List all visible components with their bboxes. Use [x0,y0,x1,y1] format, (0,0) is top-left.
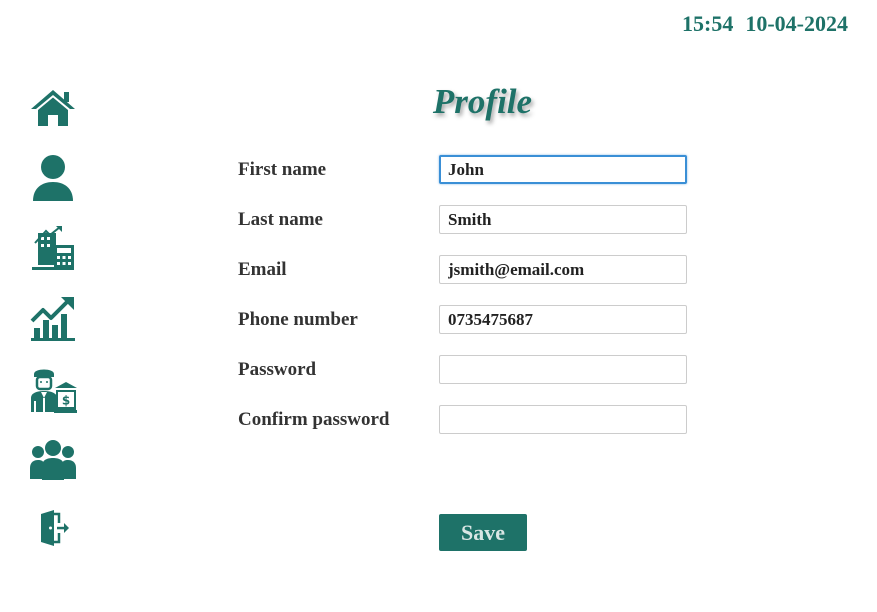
sidebar-item-reports[interactable] [28,293,78,343]
save-button[interactable]: Save [439,514,527,551]
password-row: Password [238,355,698,385]
last-name-label: Last name [238,209,323,230]
first-name-row: First name [238,155,698,185]
sidebar-item-finance[interactable] [28,223,78,273]
first-name-input[interactable] [439,155,687,184]
confirm-password-row: Confirm password [238,405,698,435]
date-display: 10-04-2024 [745,11,848,36]
page-title: Profile [432,82,533,121]
growth-chart-icon [30,297,75,341]
first-name-label: First name [238,159,327,180]
password-label: Password [238,359,317,380]
phone-label: Phone number [238,309,358,330]
confirm-password-input[interactable] [439,405,687,434]
phone-row: Phone number [238,305,698,335]
svg-text:$: $ [62,394,70,408]
group-icon [30,440,76,480]
confirm-password-label: Confirm password [238,409,390,430]
datetime: 15:54 10-04-2024 [682,11,848,37]
password-input[interactable] [439,355,687,384]
email-input[interactable] [439,255,687,284]
last-name-input[interactable] [439,205,687,234]
time-display: 15:54 [682,11,734,36]
user-icon [33,155,73,201]
last-name-row: Last name [238,205,698,235]
finance-calculator-icon [32,226,74,270]
sidebar-item-banking[interactable]: $ [28,365,78,415]
sidebar-item-home[interactable] [28,83,78,133]
email-label: Email [238,259,287,280]
sidebar: $ [0,0,110,612]
banker-icon: $ [31,369,77,413]
sidebar-item-profile[interactable] [28,153,78,203]
home-icon [31,90,75,126]
email-row: Email [238,255,698,285]
sidebar-item-logout[interactable] [28,503,78,553]
logout-icon [41,510,69,546]
sidebar-item-team[interactable] [28,435,78,485]
phone-input[interactable] [439,305,687,334]
